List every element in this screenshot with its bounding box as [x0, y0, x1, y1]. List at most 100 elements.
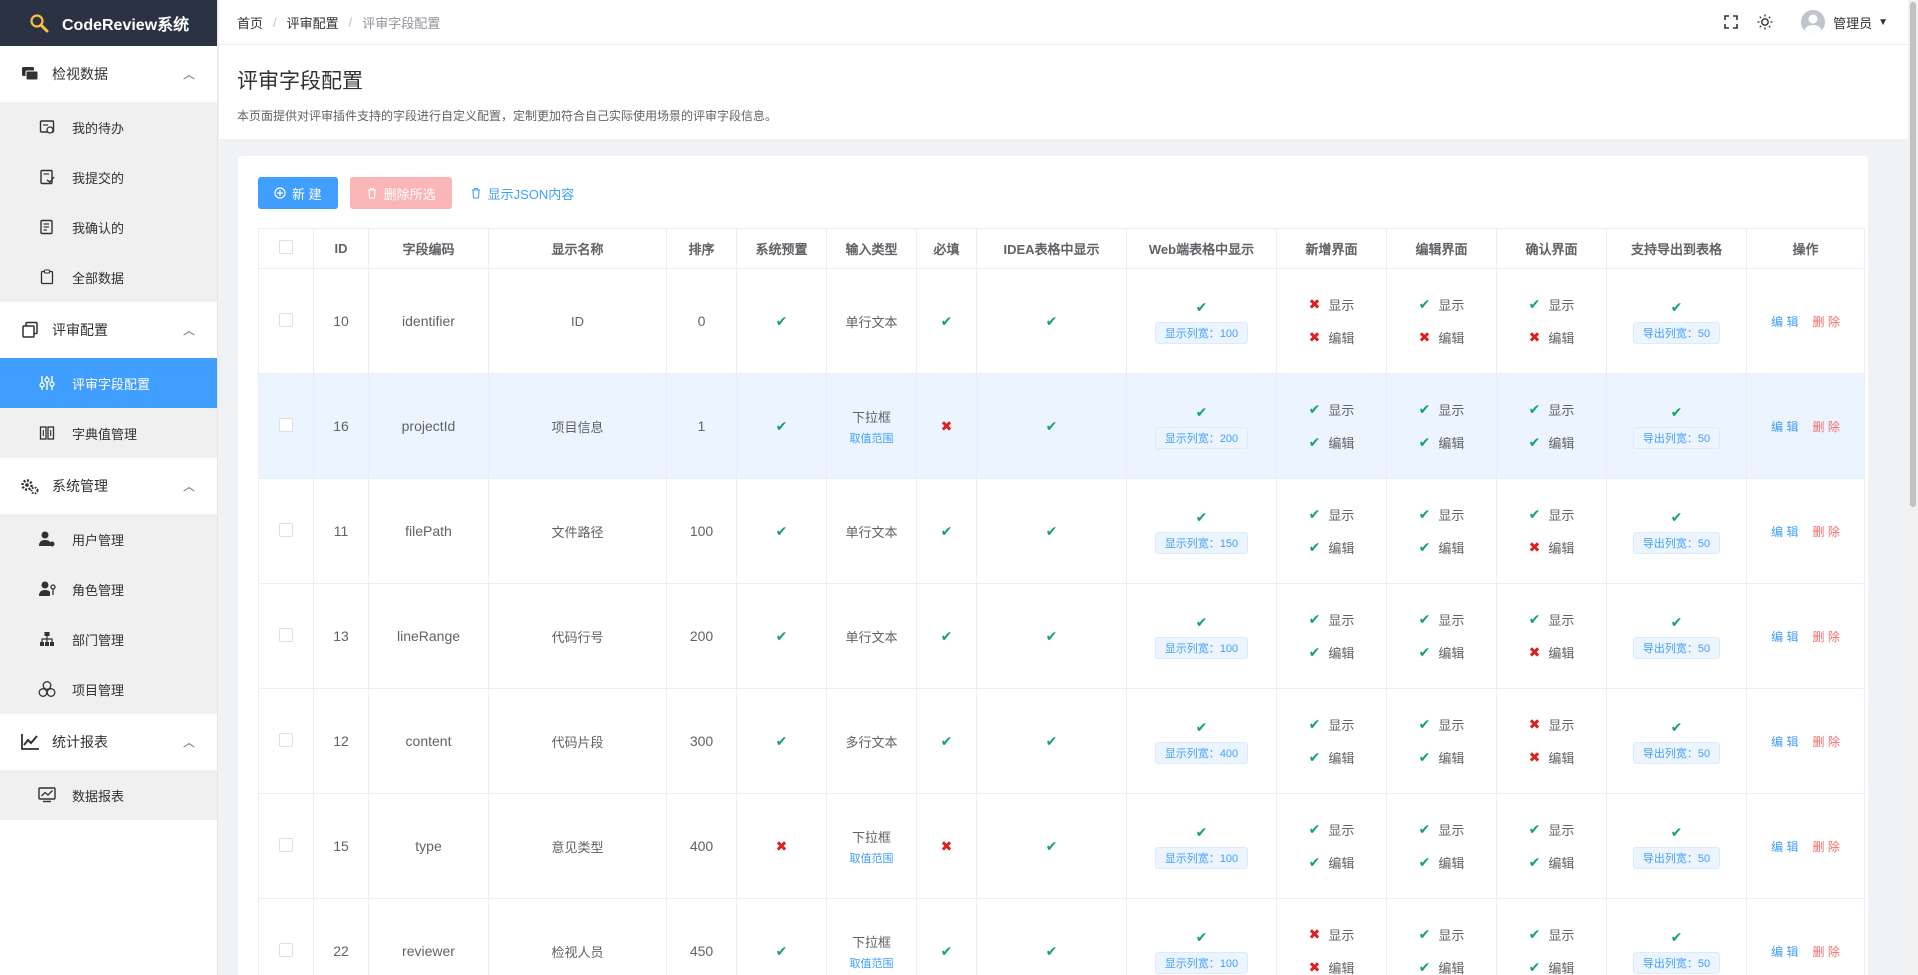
- sidebar-item-field-config[interactable]: 评审字段配置: [0, 358, 217, 408]
- actions-cell: 编 辑删 除: [1746, 688, 1865, 794]
- row-checkbox[interactable]: [279, 837, 293, 852]
- table-row: 13 lineRange 代码行号 200 ✔ 单行文本 ✔ ✔ ✔ 显示列宽：100 ✔ 显示 ✔ 编辑…: [258, 583, 1865, 689]
- edit-link[interactable]: 编 辑: [1771, 313, 1798, 330]
- row-checkbox[interactable]: [279, 312, 293, 327]
- sidebar-item-dict-management[interactable]: 字典值管理: [0, 408, 217, 458]
- edit-link[interactable]: 编 辑: [1771, 838, 1798, 855]
- check-icon: ✔: [1045, 627, 1058, 644]
- select-all-checkbox[interactable]: [279, 240, 293, 254]
- row-select-cell[interactable]: [258, 793, 314, 899]
- code-cell: projectId: [368, 373, 489, 479]
- column-header: 编辑界面: [1386, 228, 1497, 269]
- breadcrumb-review-config[interactable]: 评审配置: [287, 13, 339, 32]
- input-type-cell: 下拉框 取值范围: [826, 793, 917, 899]
- delete-link[interactable]: 删 除: [1813, 628, 1840, 645]
- menu-title-system[interactable]: 系统管理 ︿: [0, 458, 217, 514]
- sidebar-item-projects[interactable]: 项目管理: [0, 664, 217, 714]
- check-icon: ✔: [940, 312, 953, 329]
- fullscreen-icon[interactable]: [1721, 12, 1741, 32]
- export-cell: ✔ 导出列宽：50: [1606, 583, 1747, 689]
- edit-view-cell: ✔ 显示 ✖ 编辑: [1386, 268, 1497, 374]
- scrollbar-thumb[interactable]: [1910, 2, 1916, 507]
- row-checkbox[interactable]: [279, 522, 293, 537]
- user-menu[interactable]: 管理员 ▼: [1801, 10, 1888, 34]
- column-header: 系统预置: [736, 228, 827, 269]
- value-range-link[interactable]: 取值范围: [850, 430, 894, 446]
- row-select-cell[interactable]: [258, 898, 314, 975]
- edit-label: 编辑: [1438, 961, 1465, 975]
- sort-cell: 100: [666, 478, 737, 584]
- menu-group-system: 系统管理 ︿ 用户管理 角色管理 部门管理 项目管理: [0, 458, 217, 714]
- id-cell: 15: [313, 793, 369, 899]
- name-cell: 意见类型: [488, 793, 667, 899]
- app-logo[interactable]: CodeReview系统: [0, 0, 217, 46]
- export-cell: ✔ 导出列宽：50: [1606, 478, 1747, 584]
- export-prefix: 导出列宽：: [1642, 537, 1698, 550]
- show-label: 显示: [1548, 298, 1575, 313]
- delete-link[interactable]: 删 除: [1813, 733, 1840, 750]
- table-row: 11 filePath 文件路径 100 ✔ 单行文本 ✔ ✔ ✔ 显示列宽：150 ✔ 显示 ✔ 编辑 ✔…: [258, 478, 1865, 584]
- page-scrollbar[interactable]: [1908, 0, 1918, 975]
- theme-sun-icon[interactable]: [1755, 12, 1775, 32]
- row-checkbox[interactable]: [279, 627, 293, 642]
- value-range-link[interactable]: 取值范围: [850, 850, 894, 866]
- row-checkbox[interactable]: [279, 417, 293, 432]
- sidebar-item-all-data[interactable]: 全部数据: [0, 252, 217, 302]
- check-icon: ✔: [1308, 821, 1321, 837]
- preset-cell: ✔: [736, 478, 827, 584]
- row-select-cell[interactable]: [258, 688, 314, 794]
- column-header: 支持导出到表格: [1606, 228, 1747, 269]
- show-json-button[interactable]: 显示JSON内容: [464, 177, 581, 209]
- delete-selected-button[interactable]: 删除所选: [349, 177, 452, 209]
- table-row: 12 content 代码片段 300 ✔ 多行文本 ✔ ✔ ✔ 显示列宽：400 ✔ 显示 ✔ 编辑 ✔ 显…: [258, 688, 1865, 794]
- width-prefix: 显示列宽：: [1164, 327, 1220, 340]
- preset-cell: ✔: [736, 898, 827, 975]
- sidebar-item-my-submitted[interactable]: 我提交的: [0, 152, 217, 202]
- input-type-label: 单行文本: [845, 524, 898, 540]
- width-prefix: 显示列宽：: [1164, 852, 1220, 865]
- circles-icon: [38, 680, 56, 698]
- edit-label: 编辑: [1328, 961, 1355, 975]
- delete-link[interactable]: 删 除: [1813, 523, 1840, 540]
- chevron-up-icon: ︿: [182, 479, 195, 494]
- check-icon: ✔: [1418, 959, 1431, 975]
- row-checkbox[interactable]: [279, 732, 293, 747]
- value-range-link[interactable]: 取值范围: [850, 955, 894, 971]
- select-all-header[interactable]: [258, 228, 314, 269]
- edit-link[interactable]: 编 辑: [1771, 418, 1798, 435]
- row-select-cell[interactable]: [258, 268, 314, 374]
- sidebar-item-roles[interactable]: 角色管理: [0, 564, 217, 614]
- edit-link[interactable]: 编 辑: [1771, 943, 1798, 960]
- id-cell: 12: [313, 688, 369, 794]
- show-label: 显示: [1328, 403, 1355, 418]
- delete-link[interactable]: 删 除: [1813, 838, 1840, 855]
- menu-title-review-data[interactable]: 检视数据 ︿: [0, 46, 217, 102]
- delete-link[interactable]: 删 除: [1813, 313, 1840, 330]
- edit-link[interactable]: 编 辑: [1771, 733, 1798, 750]
- sidebar-item-my-todo[interactable]: 我的待办: [0, 102, 217, 152]
- row-checkbox[interactable]: [279, 942, 293, 957]
- export-width-tag: 导出列宽：50: [1632, 951, 1721, 974]
- delete-link[interactable]: 删 除: [1813, 943, 1840, 960]
- delete-link[interactable]: 删 除: [1813, 418, 1840, 435]
- web-display-cell: ✔ 显示列宽：100: [1126, 793, 1277, 899]
- top-header: 首页 / 评审配置 / 评审字段配置 管理员 ▼: [219, 0, 1918, 44]
- export-width-value: 50: [1697, 957, 1711, 970]
- sidebar-item-users[interactable]: 用户管理: [0, 514, 217, 564]
- table-header-row: ID 字段编码 显示名称 排序 系统预置 输入类型 必填 IDEA表格中显示 Web端表格中显示…: [258, 228, 1865, 269]
- check-icon: ✔: [1308, 539, 1321, 555]
- row-select-cell[interactable]: [258, 478, 314, 584]
- edit-link[interactable]: 编 辑: [1771, 628, 1798, 645]
- breadcrumb-home[interactable]: 首页: [237, 13, 263, 32]
- sidebar-item-departments[interactable]: 部门管理: [0, 614, 217, 664]
- menu-title-review-config[interactable]: 评审配置 ︿: [0, 302, 217, 358]
- sidebar-item-data-report[interactable]: 数据报表: [0, 770, 217, 820]
- edit-link[interactable]: 编 辑: [1771, 523, 1798, 540]
- new-button[interactable]: 新 建: [258, 177, 338, 209]
- row-select-cell[interactable]: [258, 583, 314, 689]
- column-width-tag: 显示列宽：200: [1154, 426, 1249, 449]
- submit-icon: [38, 168, 56, 186]
- menu-title-reports[interactable]: 统计报表 ︿: [0, 714, 217, 770]
- sidebar-item-my-confirmed[interactable]: 我确认的: [0, 202, 217, 252]
- row-select-cell[interactable]: [258, 373, 314, 479]
